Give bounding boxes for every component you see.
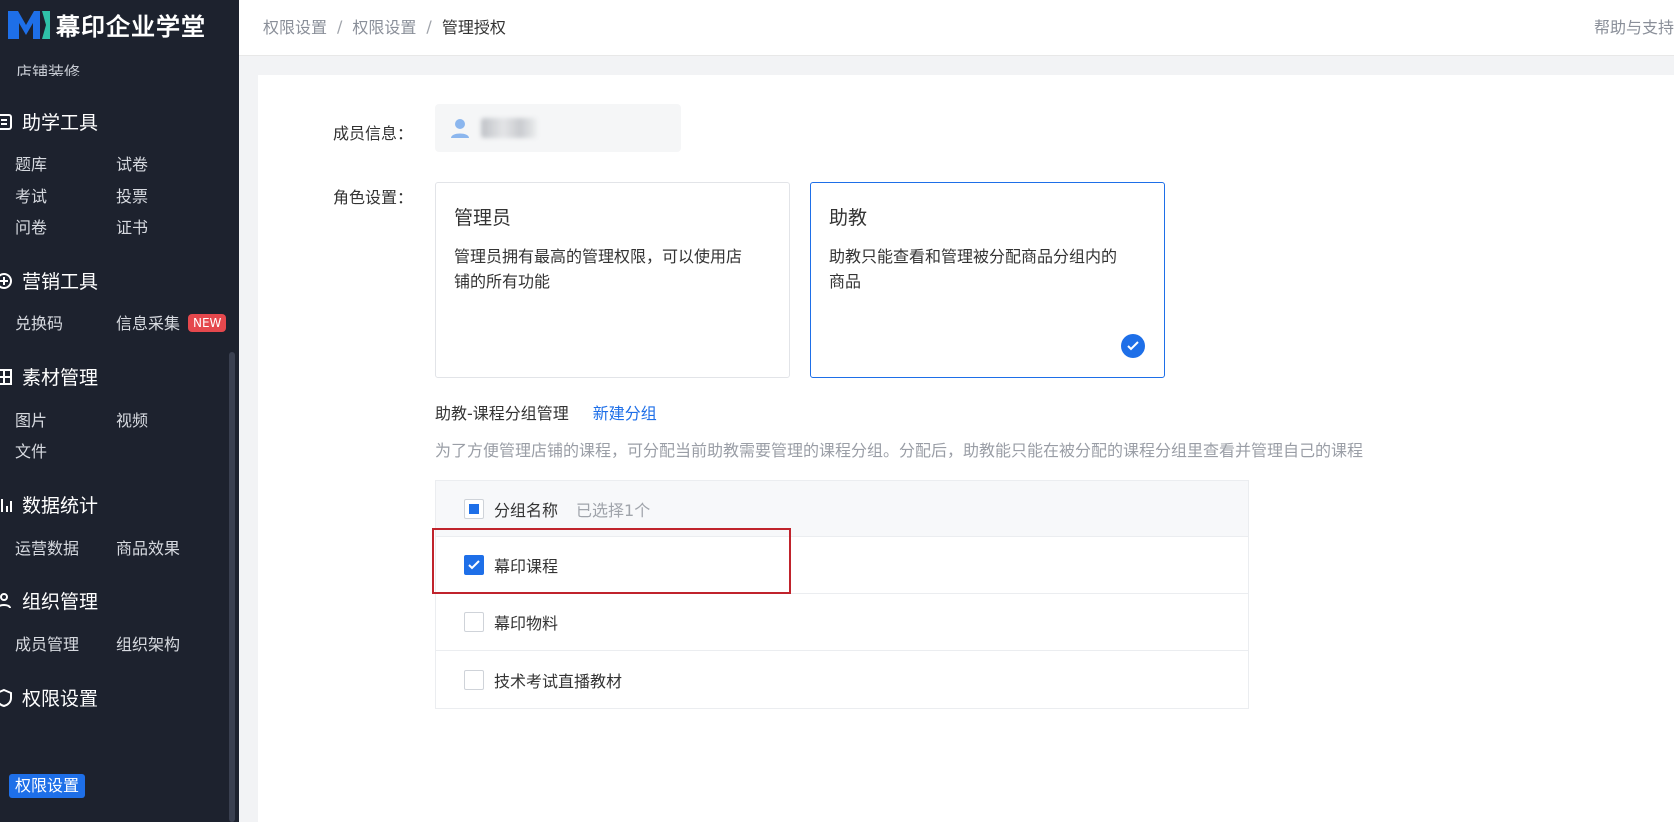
sidebar-item-operations-data[interactable]: 运营数据 — [15, 535, 79, 559]
member-info-field — [435, 104, 681, 152]
sidebar-item-images[interactable]: 图片 — [15, 407, 47, 431]
selected-check-icon — [1121, 334, 1145, 358]
sidebar-section-stats[interactable]: 数据统计 — [0, 491, 98, 518]
tool-icon — [0, 112, 14, 132]
sidebar-item-product-effect[interactable]: 商品效果 — [116, 535, 180, 559]
sidebar-section-permissions[interactable]: 权限设置 — [0, 684, 98, 711]
sidebar-item-info-collect[interactable]: 信息采集 — [116, 310, 180, 334]
sidebar-section-org[interactable]: 组织管理 — [0, 587, 98, 614]
sidebar-item-certificate[interactable]: 证书 — [116, 214, 148, 238]
logo[interactable]: 幕印企业学堂 — [0, 0, 206, 48]
sidebar-item-permission-settings[interactable]: 权限设置 — [9, 774, 86, 798]
member-info-label: 成员信息： — [333, 124, 414, 143]
shield-icon — [0, 688, 14, 708]
user-icon — [451, 119, 469, 138]
sidebar-item-files[interactable]: 文件 — [15, 438, 47, 462]
sidebar-item-redeem-code[interactable]: 兑换码 — [15, 310, 63, 334]
material-icon — [0, 367, 14, 387]
marketing-icon — [0, 271, 14, 291]
sidebar-item-cut[interactable]: 店铺装修 — [16, 58, 80, 76]
breadcrumb: 权限设置 / 权限设置 / 管理授权 — [263, 14, 506, 38]
selected-count: 已选择1个 — [576, 500, 651, 520]
app-title: 幕印企业学堂 — [56, 12, 206, 41]
row-group-name: 幕印物料 — [494, 614, 559, 633]
sidebar-section-tools[interactable]: 助学工具 — [0, 108, 98, 135]
group-table: 分组名称 已选择1个 幕印课程 幕印物料 技术考试直播教材 — [435, 480, 1249, 709]
sidebar: 幕印企业学堂 店铺装修 助学工具 题库 试卷 考试 投票 问卷 证书 营销工具 … — [0, 0, 239, 822]
table-row[interactable]: 技术考试直播教材 — [436, 651, 1248, 708]
stats-icon — [0, 495, 14, 515]
table-row[interactable]: 幕印物料 — [436, 594, 1248, 651]
sidebar-item-exam[interactable]: 考试 — [15, 183, 47, 207]
role-desc: 助教只能查看和管理被分配商品分组内的 商品 — [829, 247, 1118, 291]
org-icon — [0, 591, 14, 611]
group-management-title: 助教-课程分组管理 — [435, 404, 569, 423]
row-checkbox[interactable] — [464, 669, 484, 690]
role-card-admin[interactable]: 管理员 管理员拥有最高的管理权限，可以使用店 铺的所有功能 — [435, 182, 790, 378]
breadcrumb-separator: / — [426, 16, 432, 36]
select-all-checkbox[interactable] — [464, 498, 484, 519]
sidebar-scrollbar[interactable] — [229, 352, 235, 822]
sidebar-section-marketing[interactable]: 营销工具 — [0, 267, 98, 294]
sidebar-item-members[interactable]: 成员管理 — [15, 631, 79, 655]
member-name-blurred — [481, 118, 537, 138]
sidebar-item-survey[interactable]: 问卷 — [15, 214, 47, 238]
new-group-link[interactable]: 新建分组 — [593, 400, 657, 424]
breadcrumb-item-1[interactable]: 权限设置 — [263, 14, 327, 38]
sidebar-item-question-bank[interactable]: 题库 — [15, 151, 47, 175]
sidebar-item-vote[interactable]: 投票 — [116, 183, 148, 207]
breadcrumb-current: 管理授权 — [441, 18, 506, 37]
role-title: 助教 — [829, 207, 868, 229]
role-title: 管理员 — [454, 207, 512, 229]
role-settings-label: 角色设置： — [333, 188, 414, 207]
role-desc: 管理员拥有最高的管理权限，可以使用店 铺的所有功能 — [454, 247, 743, 291]
column-header-group-name: 分组名称 — [494, 500, 559, 520]
sidebar-item-papers[interactable]: 试卷 — [116, 151, 148, 175]
row-group-name: 技术考试直播教材 — [494, 671, 623, 691]
top-header: 权限设置 / 权限设置 / 管理授权 帮助与支持 — [239, 0, 1674, 56]
group-management-header: 助教-课程分组管理 新建分组 — [435, 400, 657, 424]
sidebar-section-materials[interactable]: 素材管理 — [0, 363, 98, 390]
highlight-annotation-box — [432, 528, 791, 594]
breadcrumb-separator: / — [337, 16, 343, 36]
group-hint-text: 为了方便管理店铺的课程，可分配当前助教需要管理的课程分组。分配后，助教能只能在被… — [435, 441, 1364, 460]
new-badge: NEW — [188, 314, 227, 332]
row-checkbox[interactable] — [464, 612, 484, 632]
sidebar-item-org-structure[interactable]: 组织架构 — [116, 631, 180, 655]
role-card-assistant[interactable]: 助教 助教只能查看和管理被分配商品分组内的 商品 — [810, 182, 1165, 378]
logo-mark-icon — [8, 11, 50, 39]
sidebar-item-videos[interactable]: 视频 — [116, 407, 148, 431]
help-support-link[interactable]: 帮助与支持 — [1594, 14, 1674, 38]
breadcrumb-item-2[interactable]: 权限设置 — [352, 14, 416, 38]
